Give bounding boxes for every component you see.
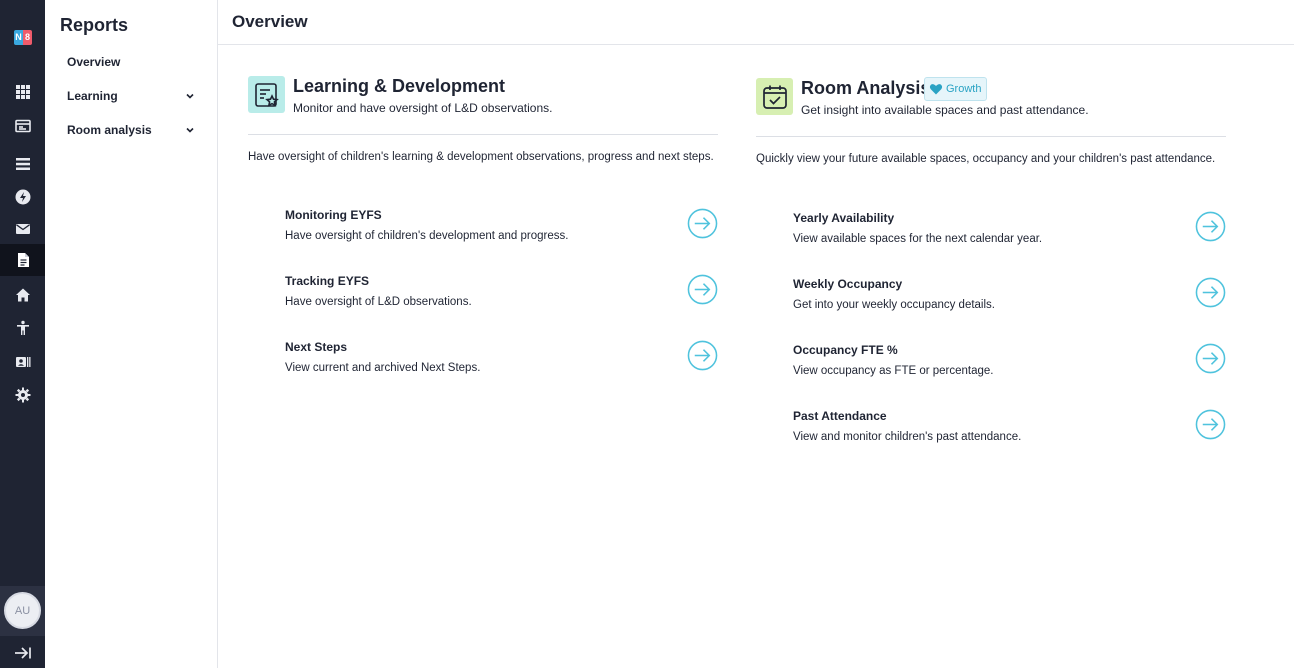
card-title: Learning & Development: [293, 76, 506, 96]
card-subtitle: Get insight into available spaces and pa…: [801, 103, 1089, 117]
card-title: Room Analysis: [801, 78, 931, 98]
gear-icon: [15, 387, 30, 403]
card-icon-box: [756, 78, 793, 115]
report-link-yearly-availability[interactable]: Yearly Availability View available space…: [793, 211, 1226, 255]
collapse-arrow-icon: [14, 647, 31, 659]
report-title: Monitoring EYFS: [285, 208, 382, 222]
logo-letter-8: 8: [23, 30, 32, 45]
growth-badge: Growth: [924, 77, 988, 101]
card-subtitle: Monitor and have oversight of L&D observ…: [293, 101, 553, 115]
subnav-item-label: Room analysis: [67, 123, 152, 137]
report-title: Next Steps: [285, 340, 348, 354]
rail-item-reports[interactable]: [0, 244, 45, 276]
card-icon-box: [248, 76, 285, 113]
room-analysis-card: Room Analysis Growth Get insight into av…: [756, 77, 1226, 453]
page-header: Overview: [218, 0, 1294, 45]
report-subtitle: Have oversight of L&D observations.: [285, 296, 472, 308]
logo-letter-n: N: [14, 30, 23, 45]
report-title: Tracking EYFS: [285, 274, 370, 288]
subnav-item-room-analysis[interactable]: Room analysis: [67, 120, 195, 140]
report-title: Weekly Occupancy: [793, 277, 903, 291]
chevron-down-icon: [186, 127, 194, 133]
home-icon: [15, 288, 30, 302]
user-avatar[interactable]: AU: [4, 592, 41, 629]
rail-item-calendar[interactable]: [0, 110, 45, 142]
report-title: Past Attendance: [793, 409, 887, 423]
arrow-right-circle-icon[interactable]: [687, 340, 718, 371]
card-divider: [248, 134, 718, 135]
report-subtitle: Have oversight of children's development…: [285, 230, 569, 242]
heart-icon: [929, 84, 943, 95]
card-divider: [756, 136, 1226, 137]
bolt-icon: [15, 189, 30, 205]
report-link-past-attendance[interactable]: Past Attendance View and monitor childre…: [793, 409, 1226, 453]
calendar-check-icon: [762, 85, 787, 109]
rail-item-lists[interactable]: [0, 148, 45, 180]
rail-item-dashboard[interactable]: [0, 76, 45, 108]
arrow-right-circle-icon[interactable]: [1195, 211, 1226, 242]
arrow-right-circle-icon[interactable]: [687, 274, 718, 305]
report-link-monitoring-eyfs[interactable]: Monitoring EYFS Have oversight of childr…: [285, 208, 718, 252]
collapse-sidebar-button[interactable]: [0, 640, 45, 666]
report-link-next-steps[interactable]: Next Steps View current and archived Nex…: [285, 340, 718, 384]
report-subtitle: View current and archived Next Steps.: [285, 362, 481, 374]
rail-item-staff[interactable]: [0, 346, 45, 378]
subnav-item-learning[interactable]: Learning: [67, 86, 195, 106]
subnav-item-label: Learning: [67, 89, 118, 103]
arrow-right-circle-icon[interactable]: [687, 208, 718, 239]
document-icon: [17, 253, 29, 267]
learning-development-card: Learning & Development Monitor and have …: [248, 76, 718, 386]
rail-item-home[interactable]: [0, 279, 45, 311]
page-title: Overview: [232, 12, 308, 31]
report-subtitle: Get into your weekly occupancy details.: [793, 299, 995, 311]
report-link-occupancy-fte[interactable]: Occupancy FTE % View occupancy as FTE or…: [793, 343, 1226, 387]
badge-label: Growth: [946, 83, 982, 95]
report-title: Yearly Availability: [793, 211, 895, 225]
report-subtitle: View available spaces for the next calen…: [793, 233, 1043, 245]
id-card-icon: [15, 357, 30, 367]
rail-item-settings[interactable]: [0, 379, 45, 411]
rail-item-messages[interactable]: [0, 213, 45, 245]
report-link-weekly-occupancy[interactable]: Weekly Occupancy Get into your weekly oc…: [793, 277, 1226, 321]
calendar-card-icon: [14, 119, 31, 133]
arrow-right-circle-icon[interactable]: [1195, 409, 1226, 440]
stacked-lines-icon: [15, 158, 30, 170]
app-window: N 8 AU Reports Overview Learning Room an…: [0, 0, 1294, 668]
report-title: Occupancy FTE %: [793, 343, 898, 357]
subnav-title: Reports: [60, 15, 129, 35]
mail-icon: [15, 224, 30, 234]
rail-item-children[interactable]: [0, 312, 45, 344]
arrow-right-circle-icon[interactable]: [1195, 343, 1226, 374]
icon-rail: N 8 AU: [0, 0, 45, 668]
chevron-down-icon: [186, 93, 194, 99]
accessibility-icon: [16, 320, 29, 335]
report-subtitle: View and monitor children's past attenda…: [793, 431, 1022, 443]
star-document-icon: [254, 82, 279, 107]
subnav-item-label: Overview: [67, 55, 121, 69]
card-description: Have oversight of children's learning & …: [248, 151, 714, 163]
app-logo[interactable]: N 8: [14, 30, 32, 45]
card-description: Quickly view your future available space…: [756, 153, 1216, 165]
rail-item-activity[interactable]: [0, 181, 45, 213]
subnav-item-overview[interactable]: Overview: [67, 52, 195, 72]
grid-icon: [15, 85, 30, 99]
reports-subnav: Reports Overview Learning Room analysis: [45, 0, 218, 668]
report-subtitle: View occupancy as FTE or percentage.: [793, 365, 994, 377]
arrow-right-circle-icon[interactable]: [1195, 277, 1226, 308]
report-link-tracking-eyfs[interactable]: Tracking EYFS Have oversight of L&D obse…: [285, 274, 718, 318]
